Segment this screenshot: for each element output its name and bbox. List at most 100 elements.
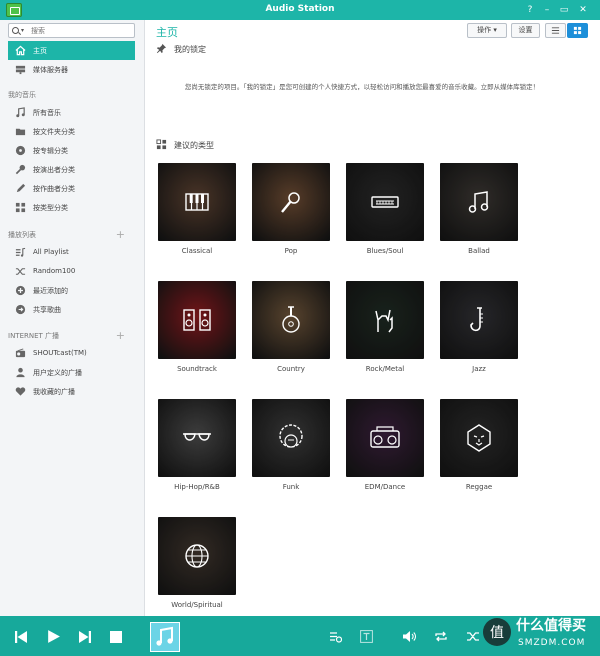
previous-icon[interactable] (14, 630, 28, 644)
minimize-button[interactable]: – (540, 3, 554, 17)
grid-view-icon (573, 26, 582, 35)
genre-tile-country[interactable] (252, 281, 330, 359)
sidebar: ▾ 主页 媒体服务器 我的音乐 所有音乐 按文件夹分类 按专辑分类 按演出者分类… (0, 20, 145, 616)
genre-label: Rock/Metal (365, 365, 405, 373)
pinned-empty-message: 您尚无锁定的项目。「我的锁定」是您可创建的个人快捷方式，以轻松访问和播放您最喜爱… (184, 83, 540, 91)
sidebar-item-by-album[interactable]: 按专辑分类 (8, 141, 135, 160)
sidebar-item-all-playlist[interactable]: All Playlist (8, 243, 135, 262)
genre-tile-funk[interactable] (252, 399, 330, 477)
genre-tile-classical[interactable] (158, 163, 236, 241)
play-icon[interactable] (46, 629, 61, 644)
sidebar-item-label: 按作曲者分类 (33, 185, 75, 193)
pen-icon (16, 183, 26, 193)
sidebar-item-label: 用户定义的广播 (33, 369, 82, 377)
sidebar-item-label: 按专辑分类 (33, 147, 68, 155)
help-button[interactable]: ? (523, 3, 537, 17)
genre-label: Soundtrack (177, 365, 217, 373)
sidebar-item-home[interactable]: 主页 (8, 41, 135, 60)
genre-label: Country (277, 365, 305, 373)
sidebar-item-label: All Playlist (33, 248, 69, 256)
maximize-button[interactable]: ▭ (557, 3, 571, 17)
grid-view-button[interactable] (567, 23, 588, 38)
page-title: 主页 (156, 26, 178, 39)
chevron-down-icon[interactable]: ▾ (21, 27, 24, 34)
genre-tile-rock-metal[interactable] (346, 281, 424, 359)
genre-label: Classical (181, 247, 213, 255)
list-view-button[interactable] (545, 23, 566, 38)
genre-tile-soundtrack[interactable] (158, 281, 236, 359)
media-server-icon (15, 65, 26, 75)
search-box[interactable]: ▾ (8, 23, 135, 38)
actions-dropdown-button[interactable]: 操作 ▾ (467, 23, 507, 38)
folder-icon (15, 128, 26, 136)
sidebar-item-label: 按文件夹分类 (33, 128, 75, 136)
add-playlist-icon[interactable]: + (116, 228, 125, 241)
search-icon (12, 27, 19, 34)
sidebar-item-label: 按类型分类 (33, 204, 68, 212)
sidebar-item-by-genre[interactable]: 按类型分类 (8, 198, 135, 217)
user-icon (16, 367, 25, 378)
sidebar-item-by-composer[interactable]: 按作曲者分类 (8, 179, 135, 198)
genre-label: EDM/Dance (364, 483, 406, 491)
smzdm-watermark-logo: 值 什么值得买 SMZDM.COM (483, 617, 586, 648)
sidebar-item-by-folder[interactable]: 按文件夹分类 (8, 122, 135, 141)
settings-button[interactable]: 设置 (511, 23, 540, 38)
sidebar-item-favorite-radio[interactable]: 我收藏的广播 (8, 382, 135, 401)
album-icon (15, 145, 26, 156)
grid-icon (15, 202, 26, 213)
genre-tile-pop[interactable] (252, 163, 330, 241)
sidebar-item-shoutcast[interactable]: SHOUTcast(TM) (8, 344, 135, 363)
sidebar-item-user-defined-radio[interactable]: 用户定义的广播 (8, 363, 135, 382)
sidebar-item-label: 媒体服务器 (33, 66, 68, 74)
section-my-music: 我的音乐 (8, 91, 36, 99)
repeat-icon[interactable] (434, 630, 448, 643)
microphone-icon (15, 164, 26, 175)
playlist-icon (15, 247, 26, 257)
genre-tile-world-spiritual[interactable] (158, 517, 236, 595)
genre-label: Funk (282, 483, 300, 491)
genre-label: Reggae (465, 483, 493, 491)
music-note-icon (16, 107, 25, 118)
list-view-icon (551, 27, 560, 34)
genre-label: World/Spiritual (171, 601, 223, 609)
radio-icon (15, 348, 26, 358)
genre-tile-blues-soul[interactable] (346, 163, 424, 241)
share-icon (15, 304, 26, 315)
svg-text:SMZDM.COM: SMZDM.COM (518, 638, 585, 648)
sidebar-item-random100[interactable]: Random100 (8, 262, 135, 281)
lyrics-icon[interactable] (360, 630, 373, 643)
sidebar-item-recently-added[interactable]: 最近添加的 (8, 281, 135, 300)
stop-icon[interactable] (110, 631, 122, 643)
sidebar-item-shared-songs[interactable]: 共享歌曲 (8, 300, 135, 319)
genre-tile-ballad[interactable] (440, 163, 518, 241)
genres-section-title: 建议的类型 (174, 141, 214, 150)
queue-icon[interactable] (329, 631, 342, 643)
search-input[interactable] (31, 25, 131, 36)
shuffle-icon (15, 268, 26, 275)
pinned-section-title: 我的锁定 (174, 45, 206, 54)
album-cover[interactable] (150, 622, 180, 652)
add-radio-icon[interactable]: + (116, 329, 125, 342)
genre-tile-edm-dance[interactable] (346, 399, 424, 477)
genre-label: Ballad (468, 247, 490, 255)
sidebar-item-label: 我收藏的广播 (33, 388, 75, 396)
sidebar-item-all-music[interactable]: 所有音乐 (8, 103, 135, 122)
home-icon (15, 45, 26, 56)
sidebar-item-label: Random100 (33, 267, 76, 275)
main-panel: 主页 操作 ▾ 设置 我的锁定 您尚无锁定的项目。「我的锁定」是您可创建的个人快… (146, 20, 600, 616)
music-note-icon (156, 626, 173, 646)
volume-icon[interactable] (402, 630, 416, 643)
sidebar-item-label: 所有音乐 (33, 109, 61, 117)
sidebar-item-label: 按演出者分类 (33, 166, 75, 174)
close-button[interactable]: ✕ (576, 3, 590, 17)
section-internet-radio: INTERNET 广播 + (8, 329, 125, 342)
heart-icon (15, 387, 26, 396)
sidebar-item-media-server[interactable]: 媒体服务器 (8, 60, 135, 79)
genre-tile-jazz[interactable] (440, 281, 518, 359)
genre-tile-reggae[interactable] (440, 399, 518, 477)
genre-tile-hip-hop-r-b[interactable] (158, 399, 236, 477)
pin-icon (156, 43, 167, 54)
next-icon[interactable] (78, 630, 92, 644)
genre-grid-icon (156, 139, 167, 150)
sidebar-item-by-artist[interactable]: 按演出者分类 (8, 160, 135, 179)
